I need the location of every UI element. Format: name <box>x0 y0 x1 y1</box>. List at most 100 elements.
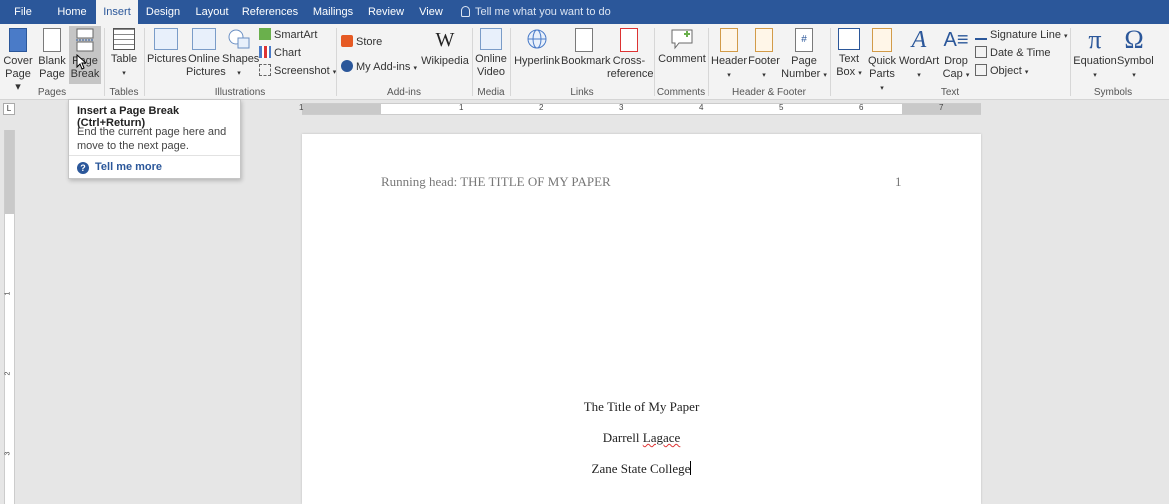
pictures-label: Pictures <box>147 53 187 65</box>
cross-reference-label-1: Cross- <box>612 55 646 67</box>
date-time-button[interactable]: Date & Time <box>975 45 1051 61</box>
cross-reference-label-2: reference <box>607 68 654 80</box>
footer-icon <box>755 28 773 52</box>
header-page-number[interactable]: 1 <box>895 174 902 190</box>
equation-button[interactable]: π Equation ▾ <box>1073 25 1117 82</box>
screenshot-label: Screenshot <box>274 65 330 77</box>
symbol-button[interactable]: Ω Symbol ▾ <box>1117 27 1154 82</box>
drop-cap-label-2: Cap <box>942 68 963 80</box>
text-box-button[interactable]: Text Box ▾ <box>833 28 865 80</box>
vertical-ruler[interactable]: 1 2 3 <box>4 130 15 504</box>
table-icon <box>113 28 135 50</box>
drop-cap-button[interactable]: A≡ Drop Cap ▾ <box>940 28 972 82</box>
page-number-label-1: Page <box>791 55 817 67</box>
pi-icon: π <box>1088 25 1102 54</box>
ruler-number: 3 <box>619 103 624 112</box>
wikipedia-button[interactable]: W Wikipedia <box>421 28 469 68</box>
shapes-caret-icon: ▾ <box>237 70 241 77</box>
bookmark-button[interactable]: Bookmark <box>561 28 611 68</box>
tell-me-box[interactable]: Tell me what you want to do <box>461 0 611 24</box>
ruler-number: 4 <box>699 103 704 112</box>
my-addins-button[interactable]: My Add-ins ▾ <box>341 59 417 75</box>
divider <box>830 28 831 96</box>
institution-line[interactable]: Zane State College <box>302 461 981 477</box>
chart-icon <box>259 46 271 58</box>
page-break-icon <box>76 28 94 52</box>
horizontal-ruler[interactable]: 1 1 2 3 4 5 6 7 <box>299 103 981 115</box>
tab-view[interactable]: View <box>410 0 452 24</box>
divider <box>1070 28 1071 96</box>
header-button[interactable]: Header ▾ <box>711 28 747 82</box>
header-label: Header <box>711 55 748 67</box>
online-video-button[interactable]: Online Video <box>475 28 507 79</box>
quick-parts-label-1: Quick <box>867 55 897 67</box>
group-header-footer-label: Header & Footer <box>732 87 806 98</box>
signature-line-label: Signature Line <box>990 29 1061 41</box>
quick-parts-button[interactable]: Quick Parts ▾ <box>866 28 898 95</box>
pictures-icon <box>154 28 178 50</box>
tab-review[interactable]: Review <box>362 0 410 24</box>
tab-layout[interactable]: Layout <box>188 0 236 24</box>
tell-me-text: Tell me what you want to do <box>475 6 611 18</box>
divider <box>510 28 511 96</box>
text-box-icon <box>838 28 860 50</box>
tab-design[interactable]: Design <box>138 0 188 24</box>
page-number-icon: # <box>795 28 813 52</box>
running-head[interactable]: Running head: THE TITLE OF MY PAPER <box>381 174 611 190</box>
pictures-button[interactable]: Pictures <box>147 28 187 66</box>
group-pages-label: Pages <box>37 87 67 98</box>
footer-button[interactable]: Footer ▾ <box>747 28 781 82</box>
shapes-button[interactable]: Shapes ▾ <box>222 28 259 80</box>
chart-button[interactable]: Chart <box>259 45 301 61</box>
comment-button[interactable]: Comment <box>658 28 706 66</box>
quick-parts-label-2: Parts <box>869 68 895 80</box>
group-symbols-label: Symbols <box>1093 87 1133 98</box>
tell-me-more-link[interactable]: ? Tell me more <box>77 161 162 174</box>
object-button[interactable]: Object ▾ <box>975 63 1028 79</box>
divider <box>336 28 337 96</box>
mouse-pointer-icon <box>76 54 86 70</box>
paper-title[interactable]: The Title of My Paper <box>302 399 981 415</box>
hyperlink-icon <box>525 28 549 52</box>
ruler-number: 7 <box>939 103 944 112</box>
online-pictures-label-1: Online <box>188 53 220 65</box>
cross-reference-button[interactable]: Cross- reference <box>607 28 654 81</box>
tooltip-description: End the current page here and move to th… <box>77 126 227 152</box>
online-video-label-2: Video <box>477 66 505 78</box>
tab-insert[interactable]: Insert <box>96 0 138 24</box>
tab-home[interactable]: Home <box>48 0 96 24</box>
blank-page-label-1: Blank <box>38 55 66 67</box>
wordart-button[interactable]: A WordArt ▾ <box>899 28 939 82</box>
group-tables-label: Tables <box>109 87 139 98</box>
my-addins-caret-icon: ▾ <box>413 65 417 72</box>
header-caret-icon: ▾ <box>727 72 731 79</box>
cover-page-button[interactable]: Cover Page ▾ <box>2 28 34 94</box>
footer-label: Footer <box>748 55 780 67</box>
object-label: Object <box>990 65 1022 77</box>
cover-page-icon <box>9 28 27 52</box>
store-icon <box>341 35 353 47</box>
document-page[interactable]: Running head: THE TITLE OF MY PAPER 1 Th… <box>302 134 981 504</box>
blank-page-button[interactable]: Blank Page <box>36 28 68 81</box>
institution-name: Zane State College <box>591 461 691 476</box>
wikipedia-icon: W <box>435 29 455 51</box>
ruler-number: 2 <box>4 371 12 376</box>
screenshot-button[interactable]: Screenshot ▾ <box>259 63 336 79</box>
tab-file[interactable]: File <box>0 0 46 24</box>
tab-selector[interactable]: L <box>3 103 15 115</box>
smartart-button[interactable]: SmartArt <box>259 27 317 43</box>
signature-line-button[interactable]: Signature Line ▾ <box>975 27 1068 43</box>
ribbon-insert: Cover Page ▾ Blank Page Page Break Pages… <box>0 24 1169 100</box>
online-pictures-button[interactable]: Online Pictures <box>186 28 226 79</box>
page-number-button[interactable]: # Page Number ▾ <box>781 28 827 82</box>
top-margin-area <box>5 130 14 214</box>
bookmark-label: Bookmark <box>561 55 611 67</box>
tab-mailings[interactable]: Mailings <box>304 0 362 24</box>
store-button[interactable]: Store <box>341 34 382 50</box>
table-button[interactable]: Table ▾ <box>107 28 141 80</box>
hyperlink-button[interactable]: Hyperlink <box>514 28 560 68</box>
wordart-caret-icon: ▾ <box>917 72 921 79</box>
author-name[interactable]: Darrell Lagace <box>302 430 981 446</box>
tab-references[interactable]: References <box>236 0 304 24</box>
header-icon <box>720 28 738 52</box>
